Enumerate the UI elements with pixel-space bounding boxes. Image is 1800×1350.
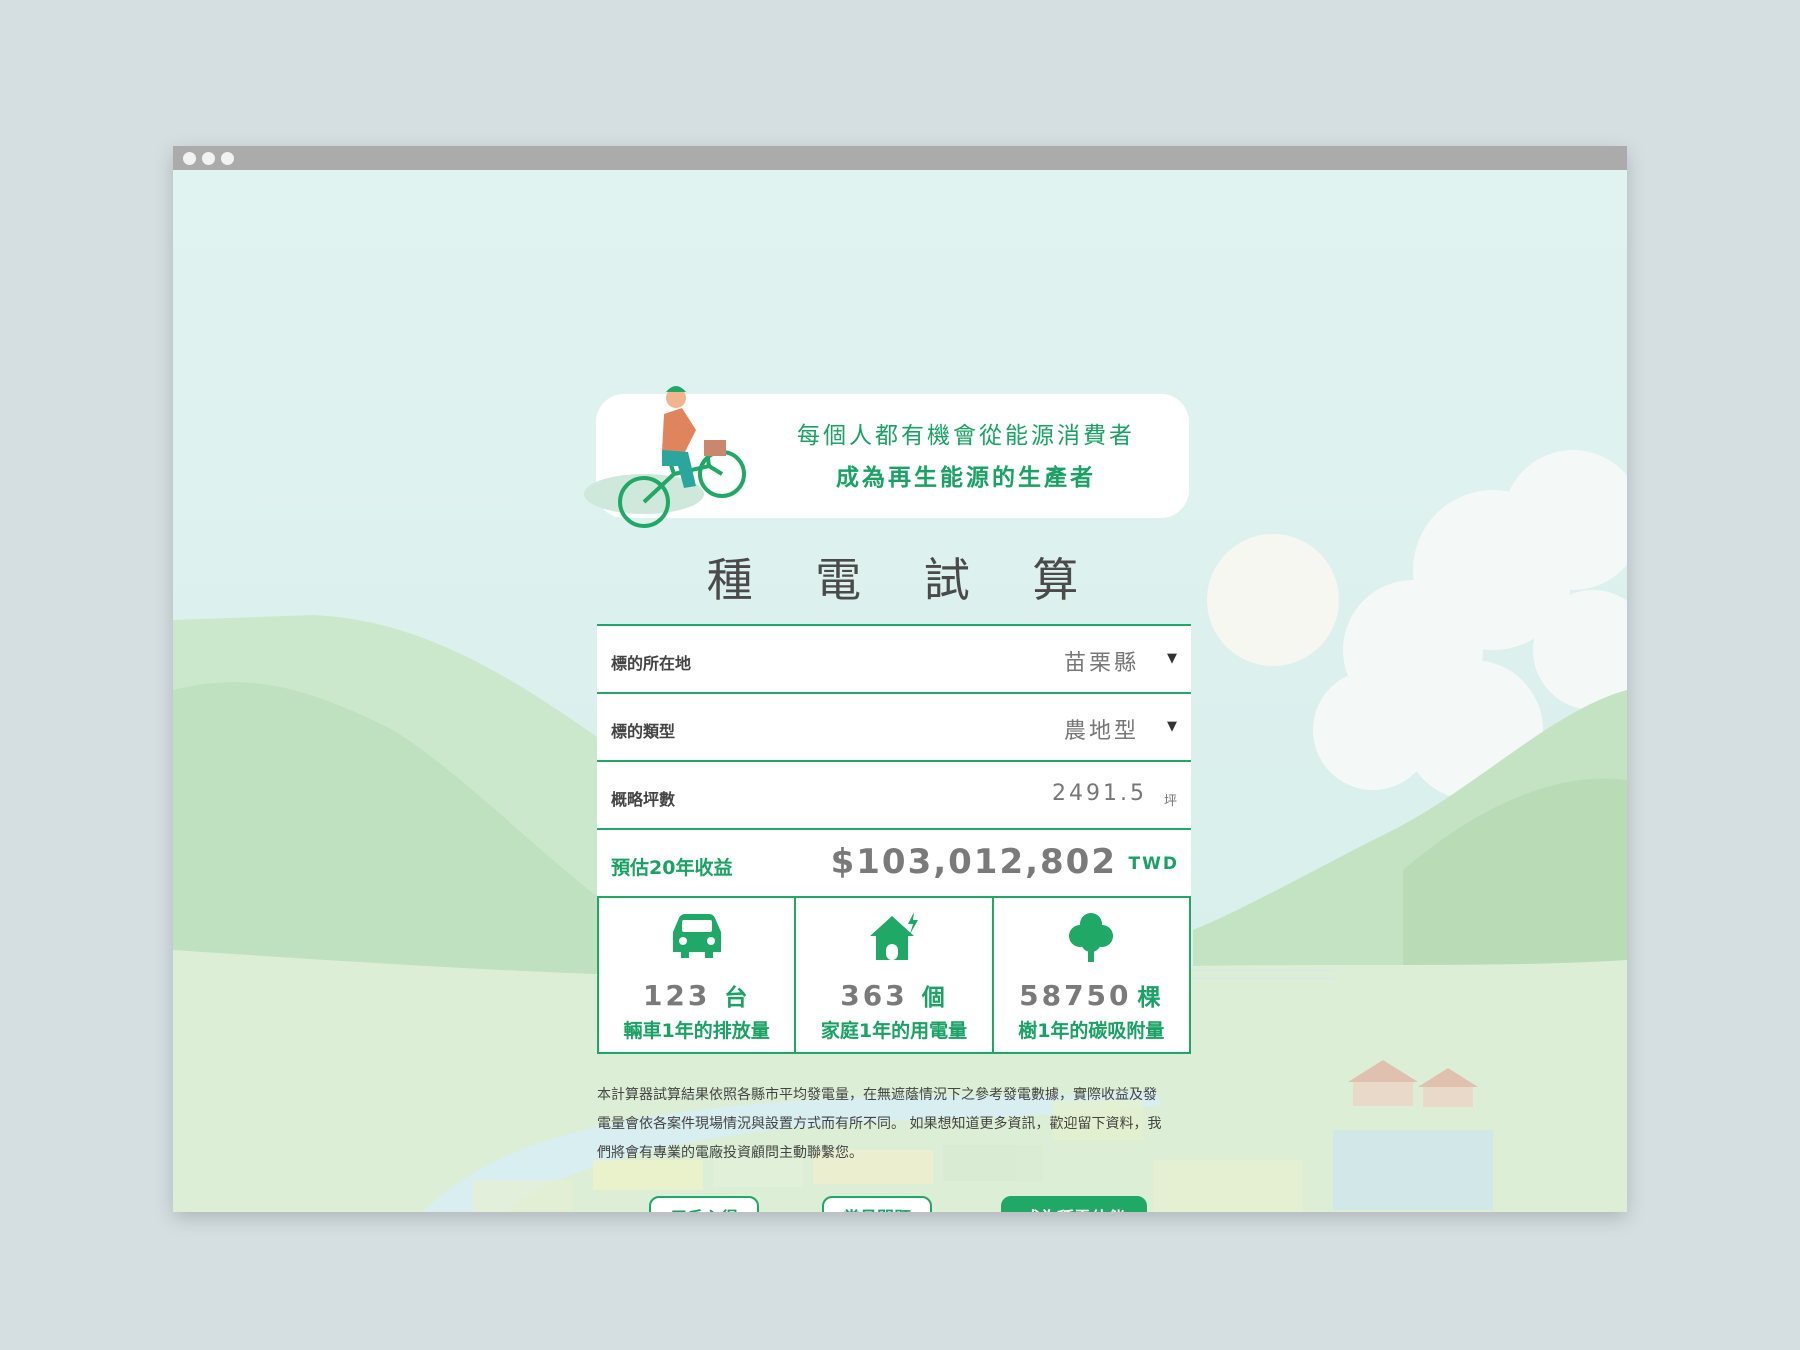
stat-number: 58750 (1019, 979, 1132, 1012)
area-input[interactable]: 2491.5 (1052, 781, 1147, 806)
stat-unit: 棵 (1137, 985, 1164, 1011)
become-partner-button[interactable]: 成為種電伙伴 (1001, 1196, 1147, 1212)
stat-households: 363 個 家庭1年的用電量 (794, 898, 991, 1052)
stat-value: 363 個 (796, 978, 991, 1012)
stat-value: 58750 棵 (994, 978, 1189, 1012)
browser-title-bar (173, 146, 1627, 170)
stat-unit: 台 (724, 985, 751, 1011)
calculator-form: 標的所在地 苗栗縣 ▼ 標的類型 農地型 ▼ 概略坪數 2491.5 坪 預估2… (597, 624, 1191, 1054)
slogan-card: 每個人都有機會從能源消費者 成為再生能源的生產者 (584, 386, 1189, 528)
estimate-value: $103,012,802 (830, 842, 1117, 882)
area-unit: 坪 (1163, 794, 1177, 809)
stat-cars: 123 台 輛車1年的排放量 (597, 898, 794, 1052)
stat-description: 樹1年的碳吸附量 (1018, 1020, 1165, 1042)
impact-stats: 123 台 輛車1年的排放量 363 個 家庭1年的用電量 58750 棵 樹1… (597, 898, 1191, 1054)
area-field[interactable]: 概略坪數 2491.5 坪 (597, 762, 1191, 830)
window-minimize-dot[interactable] (202, 152, 215, 165)
stat-unit: 個 (921, 985, 948, 1011)
stat-description: 家庭1年的用電量 (820, 1020, 968, 1042)
disclaimer-line: 電量會依各案件現場情況與設置方式而有所不同。 如果想知道更多資訊，歡迎留下資料，… (597, 1116, 1162, 1132)
tree-icon (1069, 913, 1114, 962)
faq-button[interactable]: 常見問題 (822, 1196, 932, 1212)
stat-number: 123 (642, 979, 711, 1012)
stat-trees: 58750 棵 樹1年的碳吸附量 (991, 898, 1191, 1052)
disclaimer-note: 本計算器試算結果依照各縣市平均發電量，在無遮蔭情況下之參考發電數據，實際收益及發… (597, 1081, 1193, 1168)
type-label: 標的類型 (611, 722, 676, 741)
estimate-label: 預估20年收益 (611, 857, 733, 879)
window-maximize-dot[interactable] (221, 152, 234, 165)
estimate-row: 預估20年收益 $103,012,802 TWD (597, 830, 1191, 898)
type-select[interactable]: 標的類型 農地型 ▼ (597, 694, 1191, 762)
disclaimer-line: 本計算器試算結果依照各縣市平均發電量，在無遮蔭情況下之參考發電數據，實際收益及發 (597, 1087, 1157, 1103)
car-icon (672, 914, 721, 958)
location-select[interactable]: 標的所在地 苗栗縣 ▼ (597, 626, 1191, 694)
house-electric-icon (869, 912, 918, 960)
area-label: 概略坪數 (611, 790, 676, 809)
slogan-line-1: 每個人都有機會從能源消費者 (797, 423, 1135, 449)
cyclist-illustration (584, 386, 746, 528)
testimonials-button[interactable]: 用戶心得 (649, 1196, 759, 1212)
dropdown-caret-icon[interactable]: ▼ (1167, 651, 1177, 666)
disclaimer-line: 們將會有專業的電廠投資顧問主動聯繫您。 (597, 1145, 863, 1161)
type-value[interactable]: 農地型 (1064, 713, 1139, 745)
stat-value: 123 台 (599, 978, 794, 1012)
window-close-dot[interactable] (183, 152, 196, 165)
page-title: 種 電 試 算 (706, 553, 1103, 607)
stat-number: 363 (840, 979, 908, 1012)
browser-window: 每個人都有機會從能源消費者 成為再生能源的生產者 種 電 試 算 標的所在地 苗… (173, 146, 1627, 1212)
sun-shape (1207, 534, 1339, 666)
dropdown-caret-icon[interactable]: ▼ (1167, 719, 1177, 734)
stat-description: 輛車1年的排放量 (623, 1020, 770, 1042)
location-value[interactable]: 苗栗縣 (1064, 645, 1139, 677)
slogan-line-2: 成為再生能源的生產者 (836, 465, 1096, 491)
location-label: 標的所在地 (611, 654, 692, 673)
page-viewport: 每個人都有機會從能源消費者 成為再生能源的生產者 種 電 試 算 標的所在地 苗… (173, 170, 1627, 1212)
currency-unit: TWD (1128, 854, 1179, 874)
